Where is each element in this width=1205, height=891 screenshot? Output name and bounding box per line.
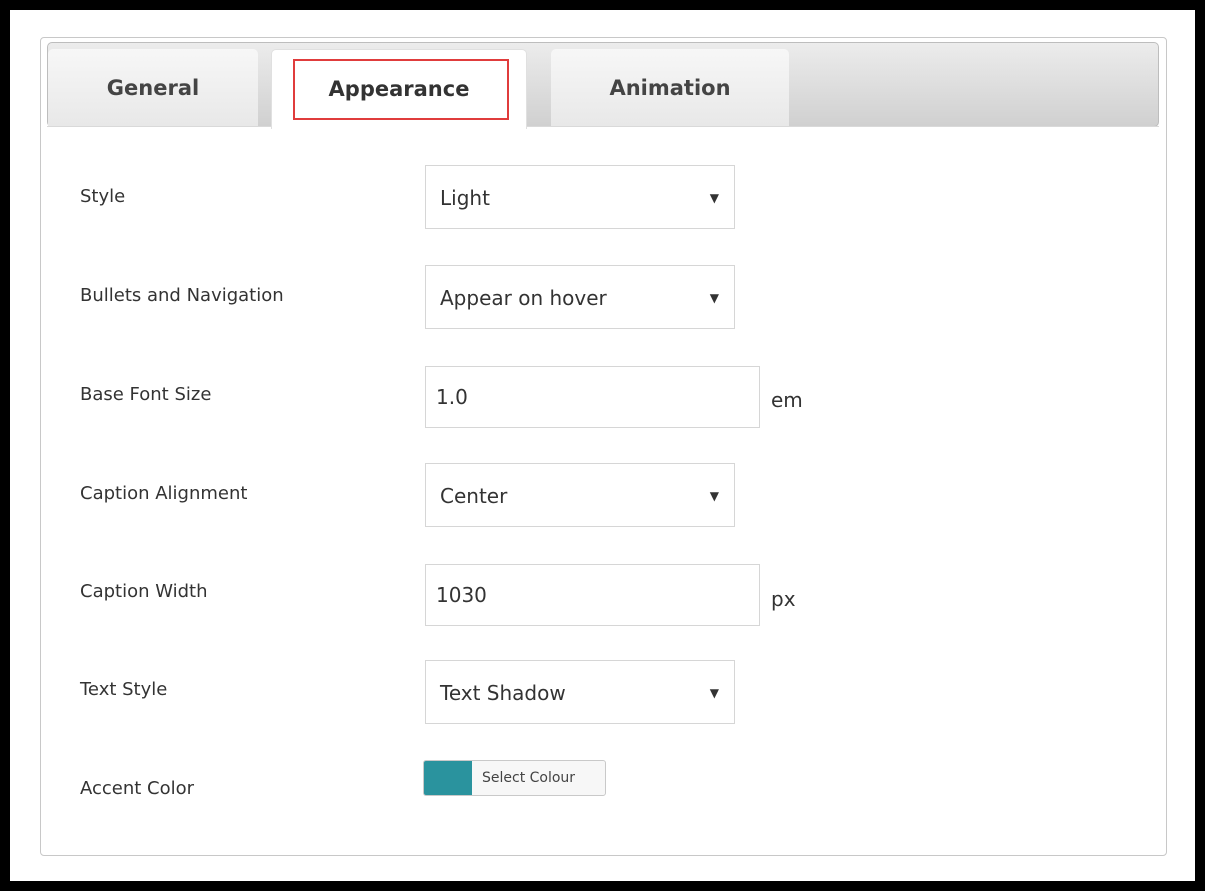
caption-width-unit: px [771,587,796,611]
chevron-down-icon: ▼ [709,291,719,305]
screenshot-frame: General Appearance Animation Style Light… [10,10,1195,881]
caption-alignment-select-value: Center [440,484,508,508]
caption-width-input[interactable] [425,564,760,626]
base-font-size-input[interactable] [425,366,760,428]
bullets-navigation-label: Bullets and Navigation [80,285,284,306]
tab-animation[interactable]: Animation [551,49,789,126]
select-colour-button-label: Select Colour [482,770,576,786]
accent-color-label: Accent Color [80,778,195,799]
base-font-size-unit: em [771,388,803,412]
color-swatch [424,761,472,795]
caption-width-label: Caption Width [80,581,208,602]
settings-panel: General Appearance Animation Style Light… [40,37,1167,856]
text-style-label: Text Style [80,679,168,700]
chevron-down-icon: ▼ [709,191,719,205]
base-font-size-label: Base Font Size [80,384,212,405]
bullets-navigation-select-value: Appear on hover [440,286,607,310]
text-style-select[interactable]: Text Shadow ▼ [425,660,735,724]
text-style-select-value: Text Shadow [440,681,566,705]
chevron-down-icon: ▼ [709,489,719,503]
style-select-value: Light [440,186,490,210]
caption-alignment-select[interactable]: Center ▼ [425,463,735,527]
style-select[interactable]: Light ▼ [425,165,735,229]
tab-bar-divider [47,126,1159,127]
chevron-down-icon: ▼ [709,686,719,700]
tab-appearance[interactable]: Appearance [271,49,527,129]
caption-alignment-label: Caption Alignment [80,483,248,504]
bullets-navigation-select[interactable]: Appear on hover ▼ [425,265,735,329]
accent-color-picker[interactable]: Select Colour [423,760,606,796]
tab-general[interactable]: General [48,49,258,126]
style-label: Style [80,186,126,207]
